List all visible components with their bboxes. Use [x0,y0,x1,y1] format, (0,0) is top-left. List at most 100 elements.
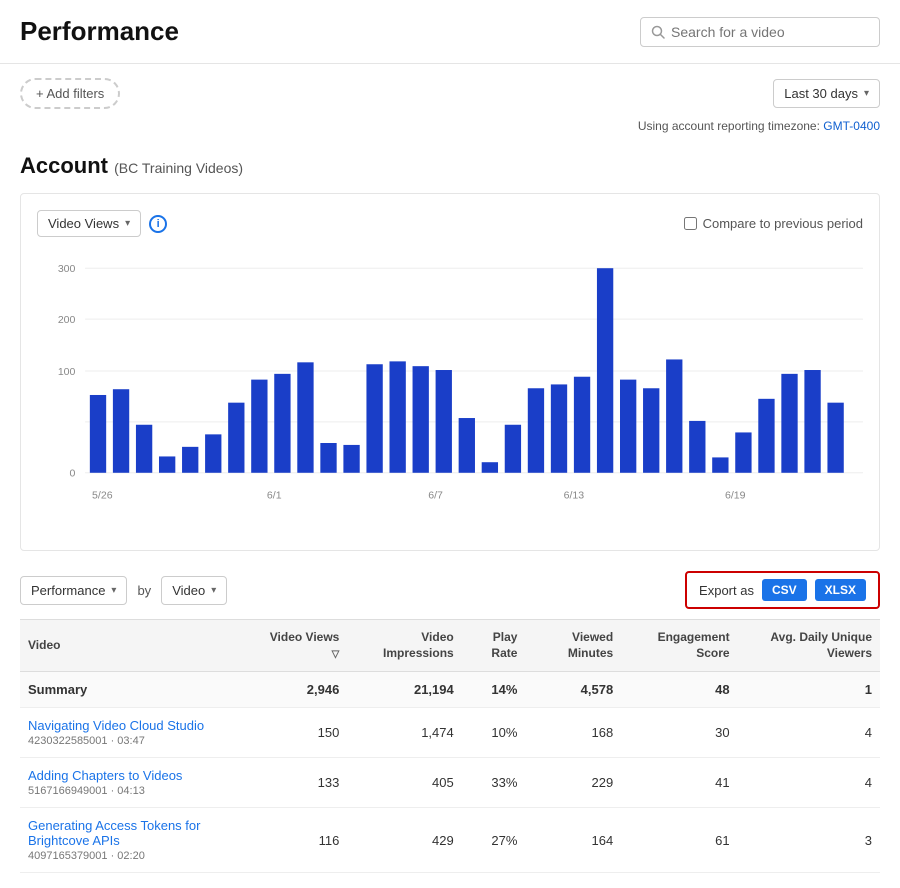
video-meta-3: 4097165379001 · 02:20 [28,850,253,862]
summary-video-views: 2,946 [261,672,347,708]
row1-views: 150 [261,708,347,758]
compare-label: Compare to previous period [703,216,863,231]
table-controls-left: Performance ▾ by Video ▾ [20,576,227,605]
table-header-row: Video Video Views ▽ Video Impressions Pl… [20,620,880,672]
metric-chevron-icon: ▾ [125,218,130,229]
video-link-1[interactable]: Navigating Video Cloud Studio [28,718,253,733]
search-input[interactable] [671,24,869,40]
row1-engagement: 30 [621,708,737,758]
col-header-play-rate: Play Rate [462,620,526,672]
by-label: by [137,583,151,598]
row1-avg-daily: 4 [738,708,880,758]
col-header-avg-daily: Avg. Daily Unique Viewers [738,620,880,672]
row3-avg-daily: 3 [738,808,880,873]
row2-views: 133 [261,758,347,808]
page-header: Performance [0,0,900,64]
video-cell-3: Generating Access Tokens for Brightcove … [20,808,261,873]
performance-dropdown-label: Performance [31,583,105,598]
video-meta-1: 4230322585001 · 03:47 [28,735,253,747]
video-meta-2: 5167166949001 · 04:13 [28,785,253,797]
col-header-impressions: Video Impressions [347,620,461,672]
date-range-container: Last 30 days ▾ [773,79,880,108]
account-heading: Account (BC Training Videos) [0,143,900,193]
chevron-down-icon: ▾ [864,88,869,99]
svg-text:5/26: 5/26 [92,490,113,502]
summary-impressions: 21,194 [347,672,461,708]
groupby-chevron-icon: ▾ [211,585,216,596]
chart-header-left: Video Views ▾ i [37,210,167,237]
row3-impressions: 429 [347,808,461,873]
col-header-video-views: Video Views ▽ [261,620,347,672]
groupby-label: Video [172,583,205,598]
video-link-2[interactable]: Adding Chapters to Videos [28,768,253,783]
chart-svg-container: 300 200 100 0 [37,249,863,540]
date-range-label: Last 30 days [784,86,858,101]
performance-dropdown[interactable]: Performance ▾ [20,576,127,605]
summary-viewed-minutes: 4,578 [525,672,621,708]
video-cell-2: Adding Chapters to Videos 5167166949001 … [20,758,261,808]
row3-engagement: 61 [621,808,737,873]
export-csv-button[interactable]: CSV [762,579,807,601]
metric-dropdown[interactable]: Video Views ▾ [37,210,141,237]
col-header-viewed-minutes: Viewed Minutes [525,620,621,672]
svg-text:200: 200 [58,314,76,326]
add-filters-label: + Add filters [36,86,104,101]
compare-checkbox-label[interactable]: Compare to previous period [684,216,863,231]
timezone-notice: Using account reporting timezone: GMT-04… [0,119,900,143]
export-xlsx-button[interactable]: XLSX [815,579,866,601]
data-table: Video Video Views ▽ Video Impressions Pl… [20,619,880,873]
svg-text:6/13: 6/13 [564,490,585,502]
summary-label: Summary [20,672,261,708]
row2-avg-daily: 4 [738,758,880,808]
export-label: Export as [699,583,754,598]
summary-avg-daily: 1 [738,672,880,708]
add-filters-button[interactable]: + Add filters [20,78,120,109]
video-cell-1: Navigating Video Cloud Studio 4230322585… [20,708,261,758]
table-row: Adding Chapters to Videos 5167166949001 … [20,758,880,808]
table-row: Generating Access Tokens for Brightcove … [20,808,880,873]
row1-impressions: 1,474 [347,708,461,758]
page-title: Performance [20,16,179,47]
summary-row: Summary 2,946 21,194 14% 4,578 48 1 [20,672,880,708]
row2-engagement: 41 [621,758,737,808]
svg-text:6/1: 6/1 [267,490,282,502]
col-header-engagement: Engagement Score [621,620,737,672]
timezone-link[interactable]: GMT-0400 [823,119,880,133]
summary-play-rate: 14% [462,672,526,708]
video-link-3[interactable]: Generating Access Tokens for Brightcove … [28,818,253,848]
table-controls: Performance ▾ by Video ▾ Export as CSV X… [20,571,880,609]
row2-minutes: 229 [525,758,621,808]
info-icon[interactable]: i [149,215,167,233]
svg-text:6/7: 6/7 [428,490,443,502]
account-label: Account [20,153,108,178]
table-section: Performance ▾ by Video ▾ Export as CSV X… [20,571,880,873]
sort-icon: ▽ [332,649,340,660]
svg-text:6/19: 6/19 [725,490,746,502]
chart-header: Video Views ▾ i Compare to previous peri… [37,210,863,237]
row3-minutes: 164 [525,808,621,873]
bar-chart-svg: 300 200 100 0 [37,249,863,537]
chart-container: Video Views ▾ i Compare to previous peri… [20,193,880,551]
row2-play-rate: 33% [462,758,526,808]
svg-text:100: 100 [58,366,76,378]
row1-minutes: 168 [525,708,621,758]
timezone-text: Using account reporting timezone: [638,119,820,133]
export-section: Export as CSV XLSX [685,571,880,609]
account-sub-label: (BC Training Videos) [114,160,243,176]
row2-impressions: 405 [347,758,461,808]
groupby-dropdown[interactable]: Video ▾ [161,576,227,605]
performance-chevron-icon: ▾ [111,585,116,596]
summary-engagement: 48 [621,672,737,708]
date-range-dropdown[interactable]: Last 30 days ▾ [773,79,880,108]
metric-label: Video Views [48,216,119,231]
filters-bar: + Add filters Last 30 days ▾ [0,64,900,119]
svg-text:0: 0 [70,468,76,480]
row3-views: 116 [261,808,347,873]
table-row: Navigating Video Cloud Studio 4230322585… [20,708,880,758]
svg-text:300: 300 [58,263,76,275]
row3-play-rate: 27% [462,808,526,873]
compare-checkbox[interactable] [684,217,697,230]
col-header-video: Video [20,620,261,672]
row1-play-rate: 10% [462,708,526,758]
search-container[interactable] [640,17,880,47]
